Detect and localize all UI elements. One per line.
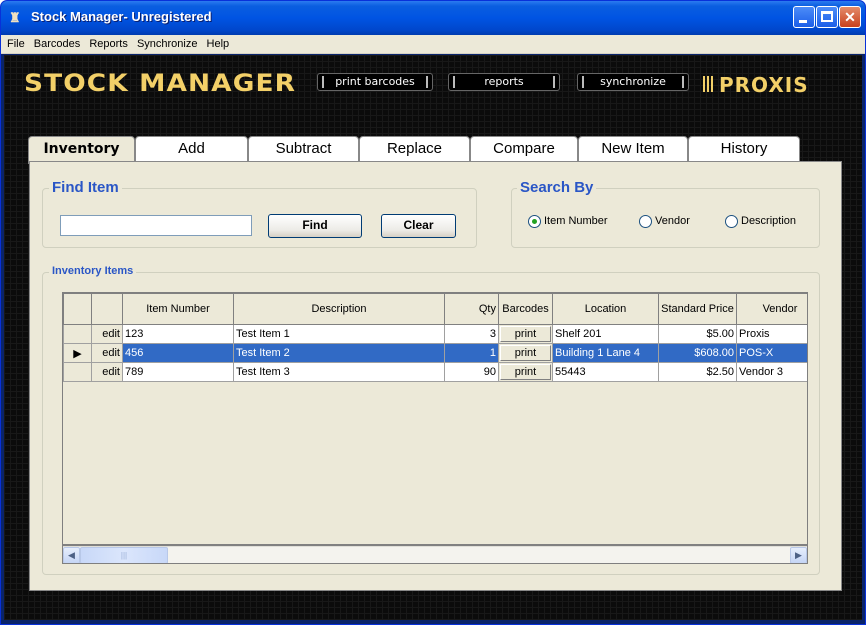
row-header-corner [63, 293, 92, 325]
window-title: Stock Manager- Unregistered [31, 9, 212, 24]
clear-button[interactable]: Clear [381, 214, 456, 238]
scroll-thumb[interactable]: ||| [80, 547, 168, 563]
header-barcodes[interactable]: Barcodes [498, 293, 553, 325]
cell-location[interactable]: Shelf 201 [552, 324, 659, 344]
menu-help[interactable]: Help [204, 35, 233, 50]
edit-button[interactable]: edit [91, 343, 123, 363]
tab-subtract[interactable]: Subtract [248, 136, 359, 162]
tab-compare[interactable]: Compare [470, 136, 578, 162]
radio-vendor[interactable]: Vendor [639, 214, 699, 230]
minimize-icon [799, 20, 807, 23]
radio-label: Item Number [544, 215, 608, 227]
find-item-title: Find Item [49, 179, 122, 196]
edit-button[interactable]: edit [91, 324, 123, 344]
maximize-button[interactable] [816, 6, 838, 28]
close-icon: ✕ [844, 9, 856, 25]
radio-selected-dot [532, 219, 537, 224]
header-edit [91, 293, 123, 325]
tab-add[interactable]: Add [135, 136, 248, 162]
app-icon[interactable]: ♜ [9, 10, 23, 26]
header-vendor[interactable]: Vendor [736, 293, 807, 325]
maximize-icon [821, 11, 833, 22]
cell-description[interactable]: Test Item 2 [233, 343, 445, 363]
table-row[interactable]: edit 123 Test Item 1 3 print Shelf 201 $… [63, 324, 807, 344]
radio-description[interactable]: Description [725, 214, 803, 230]
print-barcodes-button[interactable]: print barcodes [317, 73, 433, 91]
print-button-label: print [500, 326, 551, 342]
cell-qty[interactable]: 90 [444, 362, 499, 382]
radio-item-number[interactable]: Item Number [528, 214, 620, 230]
find-button[interactable]: Find [268, 214, 362, 238]
cell-vendor[interactable]: POS-X [736, 343, 807, 363]
cell-item-number[interactable]: 456 [122, 343, 234, 363]
proxis-logo: PROXIS [719, 73, 809, 97]
row-header[interactable] [63, 362, 92, 382]
cell-description[interactable]: Test Item 3 [233, 362, 445, 382]
cell-vendor[interactable]: Vendor 3 [736, 362, 807, 382]
tab-replace[interactable]: Replace [359, 136, 470, 162]
tab-inventory[interactable]: Inventory [28, 136, 135, 164]
edit-button[interactable]: edit [91, 362, 123, 382]
table-row[interactable]: edit 789 Test Item 3 90 print 55443 $2.5… [63, 362, 807, 382]
menu-synchronize[interactable]: Synchronize [134, 35, 201, 50]
reports-button[interactable]: reports [448, 73, 560, 91]
cell-location[interactable]: Building 1 Lane 4 [552, 343, 659, 363]
grid-empty-area [63, 374, 807, 544]
horizontal-scrollbar[interactable]: ◀ ||| ▶ [63, 546, 807, 563]
minimize-button[interactable] [793, 6, 815, 28]
header-item-number[interactable]: Item Number [122, 293, 234, 325]
cell-qty[interactable]: 1 [444, 343, 499, 363]
row-header-current-icon[interactable]: ▶ [63, 343, 92, 363]
app-window: ♜ Stock Manager- Unregistered ✕ File Bar… [0, 0, 866, 625]
print-button[interactable]: print [498, 362, 553, 382]
print-button[interactable]: print [498, 324, 553, 344]
grid-header-row: Item Number Description Qty Barcodes Loc… [63, 293, 807, 325]
menu-barcodes[interactable]: Barcodes [31, 35, 83, 50]
cell-standard-price[interactable]: $5.00 [658, 324, 737, 344]
print-button-label: print [500, 364, 551, 380]
radio-circle [725, 215, 738, 228]
synchronize-button[interactable]: synchronize [577, 73, 689, 91]
tab-new-item[interactable]: New Item [578, 136, 688, 162]
cell-item-number[interactable]: 123 [122, 324, 234, 344]
cell-description[interactable]: Test Item 1 [233, 324, 445, 344]
radio-circle [639, 215, 652, 228]
cell-location[interactable]: 55443 [552, 362, 659, 382]
proxis-logo-bars [703, 76, 715, 92]
header-standard-price[interactable]: Standard Price [658, 293, 737, 325]
header-qty[interactable]: Qty [444, 293, 499, 325]
radio-label: Vendor [655, 215, 690, 227]
menu-reports[interactable]: Reports [86, 35, 131, 50]
row-header[interactable] [63, 324, 92, 344]
print-button-label: print [500, 345, 551, 361]
inventory-grid[interactable]: Item Number Description Qty Barcodes Loc… [62, 292, 808, 564]
cell-standard-price[interactable]: $608.00 [658, 343, 737, 363]
table-row-selected[interactable]: ▶ edit 456 Test Item 2 1 print Building … [63, 343, 807, 363]
header-location[interactable]: Location [552, 293, 659, 325]
cell-qty[interactable]: 3 [444, 324, 499, 344]
tab-history[interactable]: History [688, 136, 800, 162]
radio-circle [528, 215, 541, 228]
header-description[interactable]: Description [233, 293, 445, 325]
cell-standard-price[interactable]: $2.50 [658, 362, 737, 382]
stock-manager-logo: STOCK MANAGER [24, 69, 297, 97]
cell-vendor[interactable]: Proxis [736, 324, 807, 344]
close-button[interactable]: ✕ [839, 6, 861, 28]
inventory-items-title: Inventory Items [49, 265, 137, 277]
scroll-left-icon[interactable]: ◀ [63, 547, 80, 563]
scroll-right-icon[interactable]: ▶ [790, 547, 807, 563]
menu-bar: File Barcodes Reports Synchronize Help [1, 35, 865, 54]
search-by-title: Search By [517, 179, 597, 196]
title-bar[interactable]: ♜ Stock Manager- Unregistered ✕ [1, 1, 865, 35]
cell-item-number[interactable]: 789 [122, 362, 234, 382]
menu-file[interactable]: File [1, 35, 28, 50]
print-button[interactable]: print [498, 343, 553, 363]
radio-label: Description [741, 215, 797, 227]
inventory-table: Item Number Description Qty Barcodes Loc… [63, 293, 807, 382]
find-item-input[interactable] [60, 215, 252, 236]
